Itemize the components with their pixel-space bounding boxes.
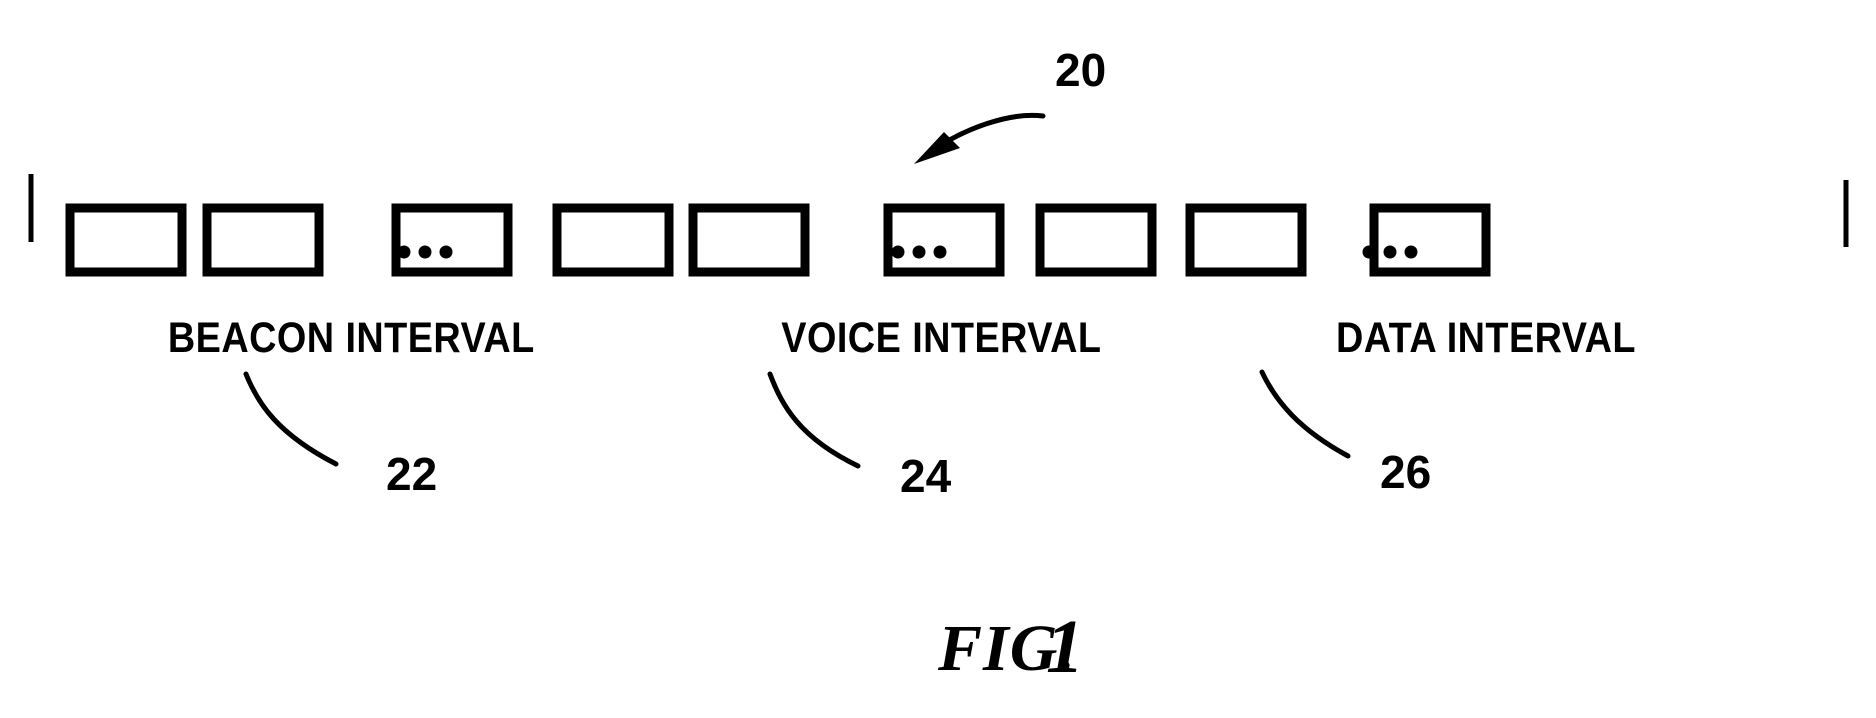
ellipsis-dot (912, 245, 926, 259)
superframe-timing-diagram: 20 FIG. 1 BEACON INTERVAL 22 VOICE INTER… (28, 44, 1849, 689)
interval-group-1: BEACON INTERVAL 22 (65, 203, 535, 500)
ellipsis-icon (1362, 245, 1418, 259)
time-slot-box (202, 203, 324, 277)
overall-reference-number: 20 (1055, 44, 1106, 96)
ellipsis-dot (418, 245, 432, 259)
time-slot-box (1185, 203, 1307, 277)
ellipsis-icon (891, 245, 947, 259)
reference-number: 22 (386, 448, 437, 500)
ellipsis-dot (933, 245, 947, 259)
ellipsis-dot (439, 245, 453, 259)
patent-figure-page: 20 FIG. 1 BEACON INTERVAL 22 VOICE INTER… (0, 0, 1876, 718)
slot-row (65, 203, 513, 277)
leader-line (243, 371, 339, 467)
ellipsis-dot (1362, 245, 1376, 259)
slot-row (552, 203, 1005, 277)
time-slot-box (65, 203, 187, 277)
leader-line (767, 371, 861, 469)
ellipsis-dot (891, 245, 905, 259)
reference-number: 24 (900, 450, 952, 502)
reference-number: 26 (1380, 446, 1431, 498)
interval-group-2: VOICE INTERVAL 24 (552, 203, 1101, 502)
time-slot-box (688, 203, 810, 277)
time-slot-box (552, 203, 674, 277)
time-slot-box (391, 203, 513, 277)
overall-reference-pointer: 20 (914, 44, 1106, 164)
interval-label: DATA INTERVAL (1336, 313, 1636, 362)
ellipsis-dot (1383, 245, 1397, 259)
ellipsis-icon (397, 245, 453, 259)
figure-caption-number: 1 (1046, 605, 1084, 689)
figure-caption: FIG. 1 (937, 605, 1084, 689)
time-slot-box (1035, 203, 1157, 277)
interval-label: VOICE INTERVAL (781, 313, 1101, 362)
time-slot-box (1369, 203, 1491, 277)
time-slot-box (883, 203, 1005, 277)
interval-label: BEACON INTERVAL (168, 313, 535, 362)
leader-line (1259, 369, 1351, 459)
interval-group-3: DATA INTERVAL 26 (1035, 203, 1636, 498)
ellipsis-dot (1404, 245, 1418, 259)
ellipsis-dot (397, 245, 411, 259)
slot-row (1035, 203, 1491, 277)
